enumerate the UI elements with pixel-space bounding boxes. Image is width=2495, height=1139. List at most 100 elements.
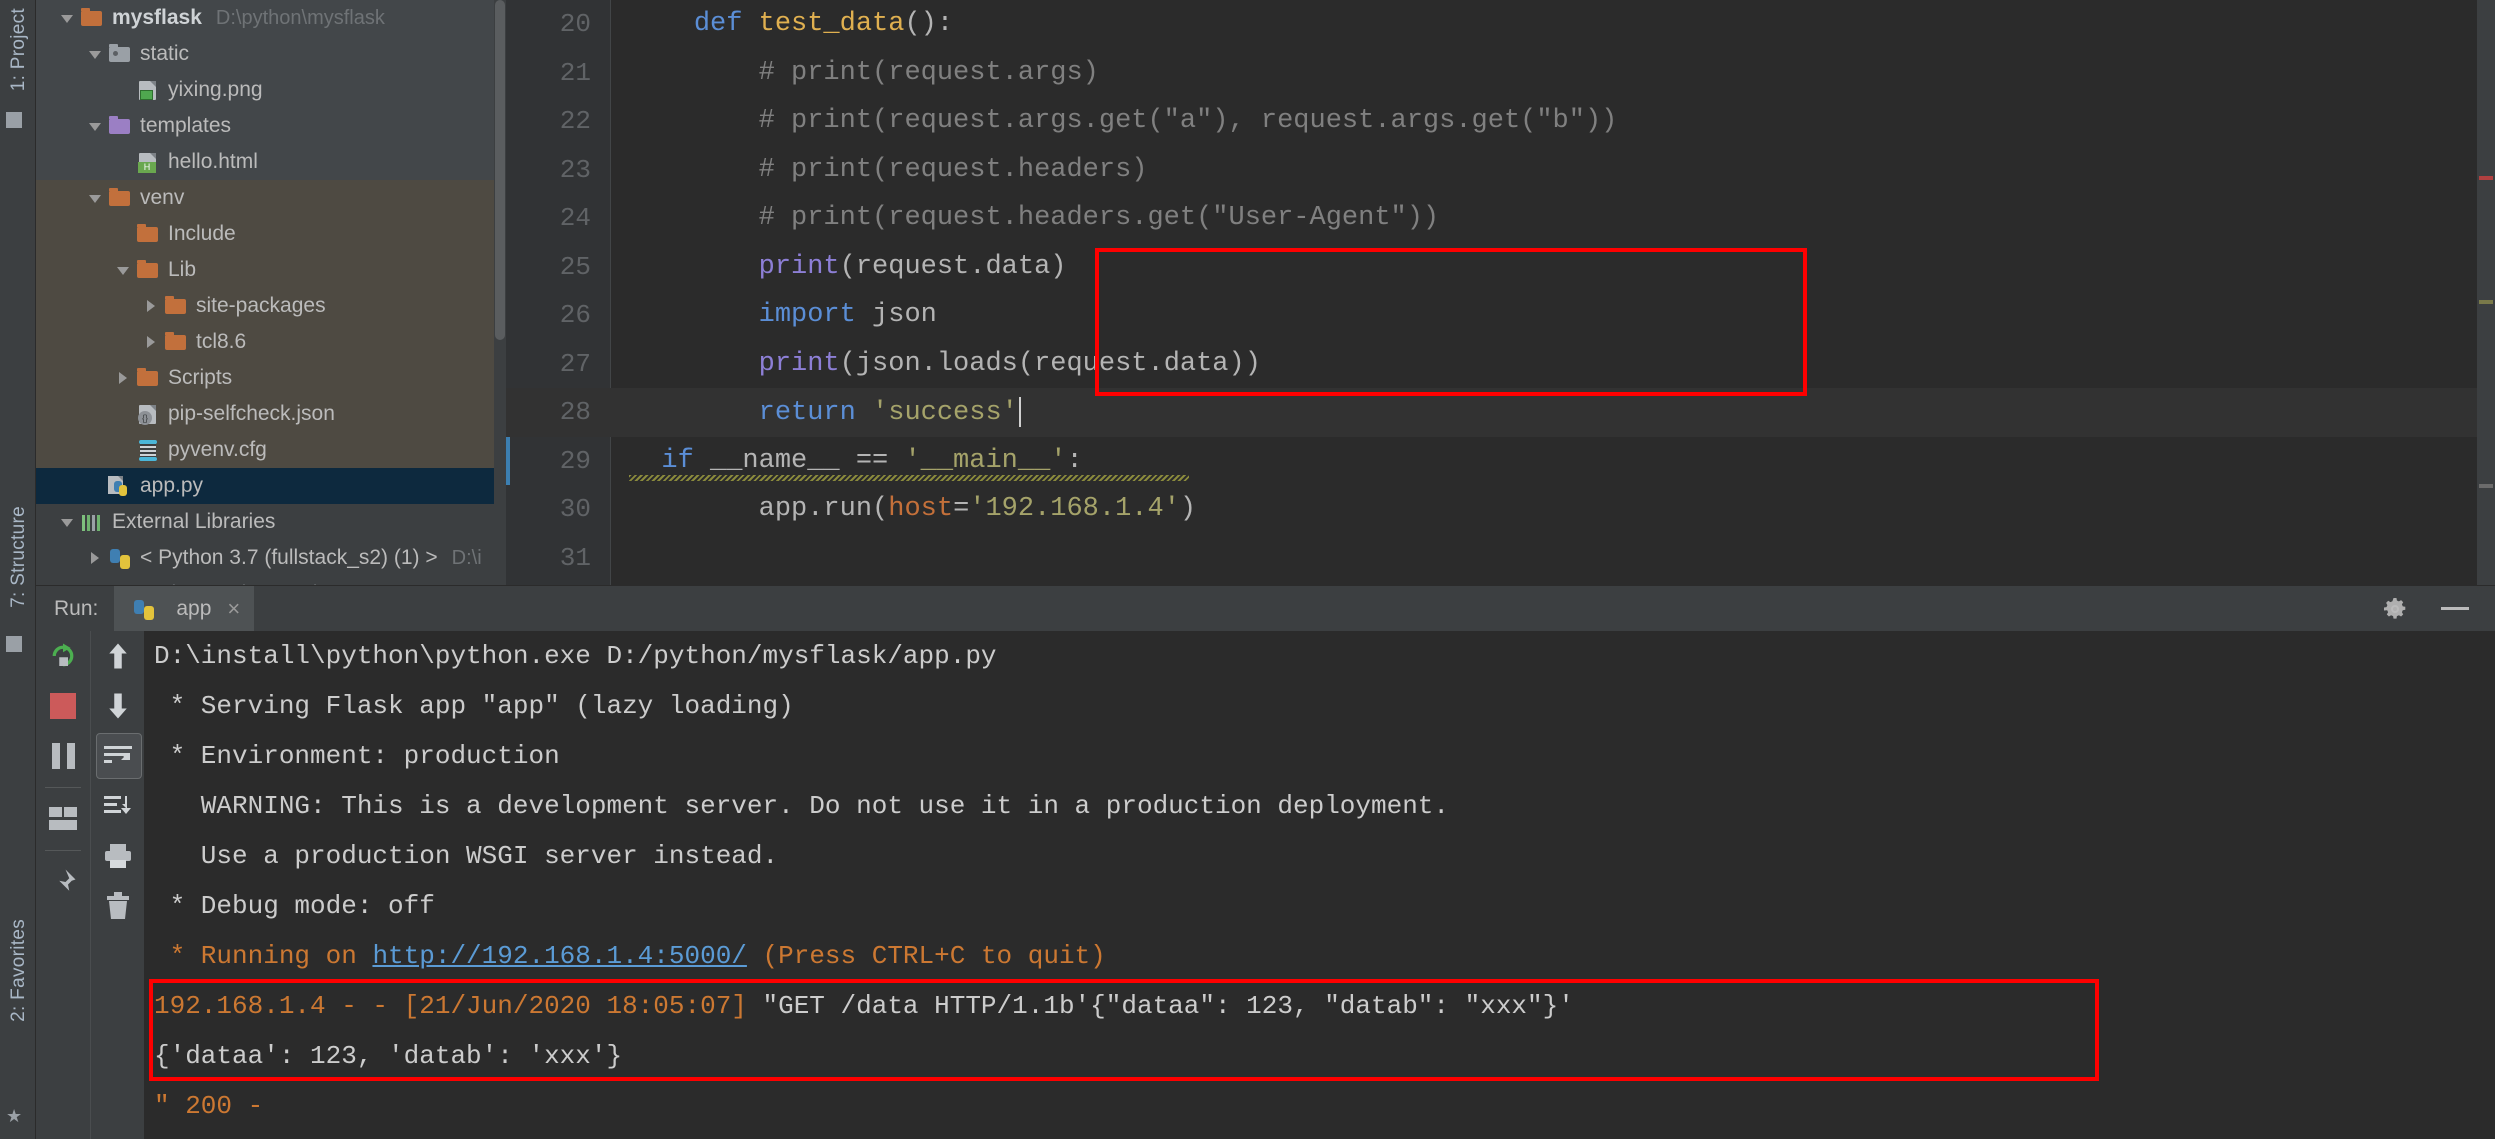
rerun-button[interactable] bbox=[36, 631, 90, 681]
console-text: (Press CTRL+C to quit) bbox=[746, 941, 1106, 971]
code-line-26[interactable]: 26 import json bbox=[506, 291, 2495, 340]
tree-item-app-py[interactable]: app.py bbox=[36, 468, 506, 504]
tree-item-pyvenv-cfg[interactable]: pyvenv.cfg bbox=[36, 432, 506, 468]
code-line-23[interactable]: 23 # print(request.headers) bbox=[506, 146, 2495, 195]
code-line-21[interactable]: 21 # print(request.args) bbox=[506, 49, 2495, 98]
chevron-down-icon[interactable] bbox=[84, 115, 106, 137]
layout-button[interactable] bbox=[36, 794, 90, 844]
console-line-0: D:\install\python\python.exe D:/python/m… bbox=[144, 631, 2495, 681]
pause-button[interactable] bbox=[36, 731, 90, 781]
console-line-8: {'dataa': 123, 'datab': 'xxx'} bbox=[144, 1031, 2495, 1081]
tree-item-site-packages[interactable]: site-packages bbox=[36, 288, 506, 324]
chevron-down-icon[interactable] bbox=[84, 43, 106, 65]
pycharm-window: 1: Project 7: Structure 2: Favorites ★ m… bbox=[0, 0, 2495, 1139]
tree-item-external-libraries[interactable]: External Libraries bbox=[36, 504, 506, 540]
tree-item-scripts[interactable]: Scripts bbox=[36, 360, 506, 396]
trash-button[interactable] bbox=[91, 881, 145, 931]
code-editor[interactable]: 20 def test_data(): 21 # print(request.ar… bbox=[506, 0, 2495, 585]
line-number: 30 bbox=[559, 494, 591, 525]
scroll-to-end-button[interactable] bbox=[91, 781, 145, 831]
project-tree-scrollbar[interactable] bbox=[494, 0, 506, 585]
console-text: * Serving Flask app "app" (lazy loading) bbox=[154, 691, 794, 721]
code-line-24[interactable]: 24 # print(request.headers.get("User-Age… bbox=[506, 194, 2495, 243]
soft-wrap-button[interactable] bbox=[91, 731, 145, 781]
tree-item-lib[interactable]: Lib bbox=[36, 252, 506, 288]
console-line-4: Use a production WSGI server instead. bbox=[144, 831, 2495, 881]
code-line-22[interactable]: 22 # print(request.args.get("a"), reques… bbox=[506, 97, 2495, 146]
minimize-icon[interactable] bbox=[2441, 607, 2469, 610]
line-number: 26 bbox=[559, 300, 591, 331]
folder-icon bbox=[136, 367, 160, 389]
line-number: 31 bbox=[559, 542, 591, 573]
console-text: Use a production WSGI server instead. bbox=[154, 841, 779, 871]
tree-item-label: External Libraries bbox=[112, 510, 276, 533]
tree-item-mysflask[interactable]: mysflask D:\python\mysflask bbox=[36, 0, 506, 36]
chevron-down-icon[interactable] bbox=[112, 259, 134, 281]
console-line-6: * Running on http://192.168.1.4:5000/ (P… bbox=[144, 931, 2495, 981]
code-line-28[interactable]: 28 return 'success' bbox=[506, 388, 2495, 437]
gear-icon[interactable] bbox=[2383, 597, 2407, 621]
down-arrow-button[interactable] bbox=[91, 681, 145, 731]
tree-item-hello-html[interactable]: Hhello.html bbox=[36, 144, 506, 180]
project-tree-panel[interactable]: mysflask D:\python\mysflask static yixing.p… bbox=[36, 0, 506, 585]
code-text: return 'success' bbox=[611, 396, 1021, 428]
chevron-right-icon[interactable] bbox=[112, 367, 134, 389]
editor-scrollbar[interactable] bbox=[2477, 0, 2495, 585]
console-line-2: * Environment: production bbox=[144, 731, 2495, 781]
rail-tab-structure[interactable]: 7: Structure bbox=[2, 502, 36, 612]
project-tree-scroll-thumb[interactable] bbox=[495, 0, 505, 340]
star-icon: ★ bbox=[6, 1106, 23, 1126]
tree-item-python-3-7-fullstack-s2-1[interactable]: < Python 3.7 (fullstack_s2) (1) > D:\i bbox=[36, 540, 506, 576]
tree-item-label: Scripts bbox=[168, 366, 233, 389]
line-number: 22 bbox=[559, 106, 591, 137]
tree-item-static[interactable]: static bbox=[36, 36, 506, 72]
rail-tab-project[interactable]: 1: Project bbox=[2, 4, 36, 95]
chevron-right-icon[interactable] bbox=[84, 547, 106, 569]
close-icon[interactable]: × bbox=[227, 596, 240, 622]
code-line-25[interactable]: 25 print(request.data) bbox=[506, 243, 2495, 292]
chevron-down-icon[interactable] bbox=[56, 511, 78, 533]
editor-error-marker[interactable] bbox=[2479, 176, 2493, 180]
tree-item-yixing-png[interactable]: yixing.png bbox=[36, 72, 506, 108]
editor-warning-marker[interactable] bbox=[2479, 300, 2493, 304]
tree-item-include[interactable]: Include bbox=[36, 216, 506, 252]
tree-item-templates[interactable]: templates bbox=[36, 108, 506, 144]
up-arrow-button[interactable] bbox=[91, 631, 145, 681]
tree-item-tcl8-6[interactable]: tcl8.6 bbox=[36, 324, 506, 360]
tree-item-pip-selfcheck-json[interactable]: {} pip-selfcheck.json bbox=[36, 396, 506, 432]
print-button[interactable] bbox=[91, 831, 145, 881]
code-line-20[interactable]: 20 def test_data(): bbox=[506, 0, 2495, 49]
code-line-29[interactable]: 29 if __name__ == '__main__': bbox=[506, 436, 2495, 486]
tree-item-venv[interactable]: venv bbox=[36, 180, 506, 216]
tree-item-label: tcl8.6 bbox=[196, 330, 247, 353]
chevron-down-icon[interactable] bbox=[84, 187, 106, 209]
chevron-down-icon[interactable] bbox=[56, 7, 78, 29]
run-console-output[interactable]: D:\install\python\python.exe D:/python/m… bbox=[144, 631, 2495, 1139]
console-line-3: WARNING: This is a development server. D… bbox=[144, 781, 2495, 831]
code-text: app.run(host='192.168.1.4') bbox=[629, 494, 1197, 525]
line-number: 20 bbox=[559, 9, 591, 40]
console-text: " 200 - bbox=[154, 1091, 264, 1121]
editor-change-marker[interactable] bbox=[2479, 484, 2493, 488]
folder-icon bbox=[80, 7, 104, 29]
html-file-icon: H bbox=[136, 151, 160, 173]
console-text: {'dataa': 123, 'datab': 'xxx'} bbox=[154, 1041, 623, 1071]
code-line-31[interactable]: 31 bbox=[506, 534, 2495, 583]
pin-button[interactable] bbox=[36, 857, 90, 907]
tree-item-scratches-and-consoles[interactable]: >_Scratches and Consoles bbox=[36, 576, 506, 585]
folder-purple-icon bbox=[108, 115, 132, 137]
code-text: print(request.data) bbox=[758, 251, 1067, 282]
run-tab-app[interactable]: app × bbox=[114, 585, 255, 632]
chevron-right-icon[interactable] bbox=[140, 331, 162, 353]
code-line-30[interactable]: 30 app.run(host='192.168.1.4') bbox=[506, 485, 2495, 534]
stop-button[interactable] bbox=[36, 681, 90, 731]
code-text: print(json.loads(request.data)) bbox=[758, 348, 1261, 379]
rail-tab-favorites[interactable]: 2: Favorites bbox=[2, 915, 36, 1026]
chevron-right-icon[interactable] bbox=[140, 295, 162, 317]
tree-item-label: < Python 3.7 (fullstack_s2) (1) > bbox=[140, 546, 438, 569]
tree-item-label: pip-selfcheck.json bbox=[168, 402, 335, 425]
console-link[interactable]: http://192.168.1.4:5000/ bbox=[372, 941, 746, 971]
code-line-27[interactable]: 27 print(json.loads(request.data)) bbox=[506, 340, 2495, 389]
